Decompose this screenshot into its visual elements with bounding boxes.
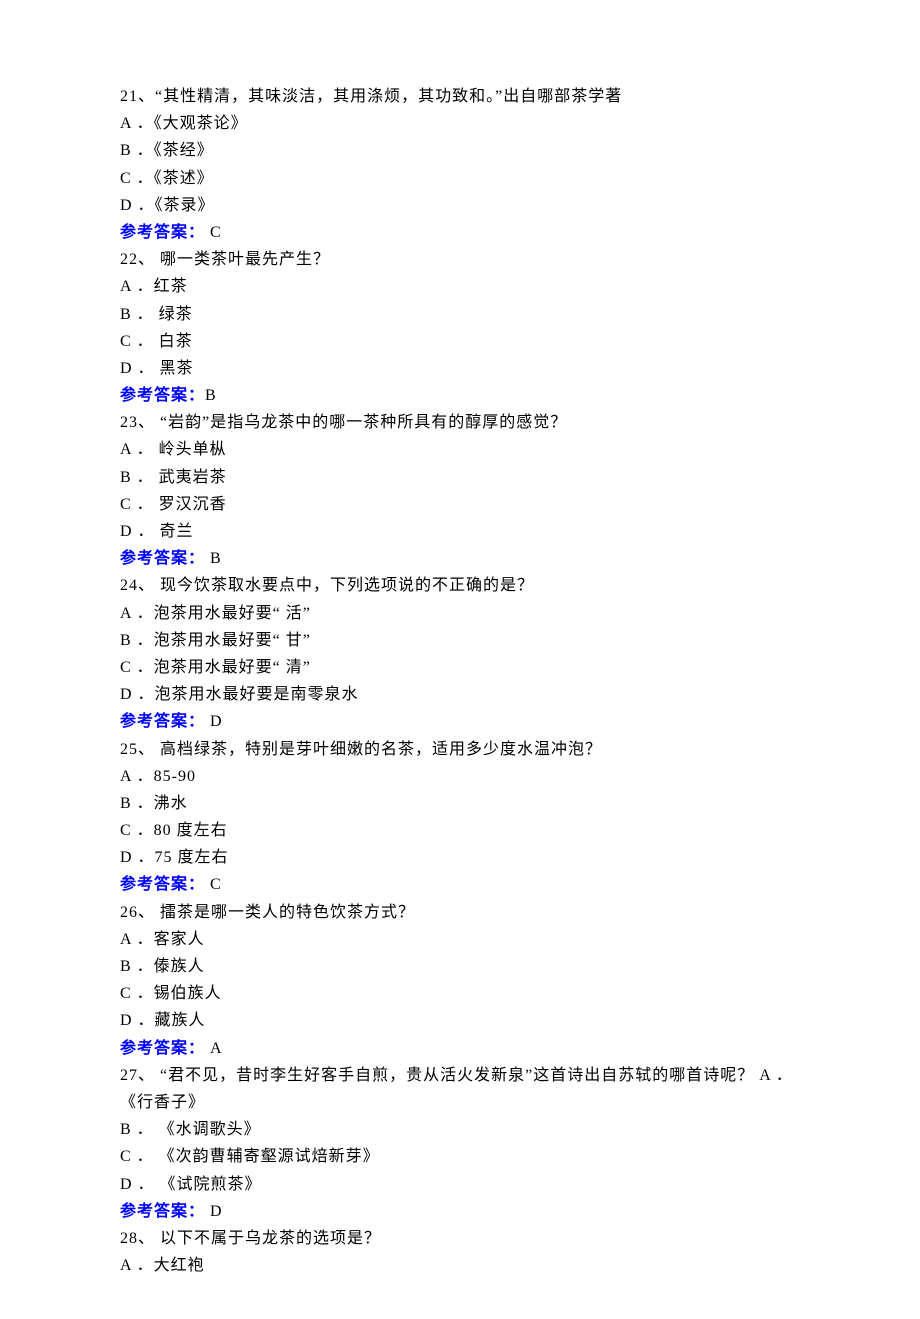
question-27: 27、 “君不见，昔时李生好客手自煎，贵从活火发新泉”这首诗出自苏轼的哪首诗呢？… (120, 1062, 800, 1089)
option: C ．80 度左右 (120, 817, 800, 844)
answer-line: 参考答案： C (120, 219, 800, 246)
question-23: 23、 “岩韵”是指乌龙茶中的哪一茶种所具有的醇厚的感觉？ (120, 409, 800, 436)
question-num: 26、 (120, 904, 155, 921)
option: A ．红茶 (120, 273, 800, 300)
answer-value: C (205, 876, 222, 893)
option: B ． 武夷岩茶 (120, 464, 800, 491)
answer-label: 参考答案： (120, 713, 205, 730)
question-24: 24、 现今饮茶取水要点中，下列选项说的不正确的是？ (120, 572, 800, 599)
answer-line: 参考答案： C (120, 871, 800, 898)
option: D ．75 度左右 (120, 844, 800, 871)
answer-value: B (205, 550, 222, 567)
option: 《行香子》 (120, 1089, 800, 1116)
question-num: 24、 (120, 577, 155, 594)
page-content: 21、“其性精清，其味淡洁，其用涤烦，其功致和。”出自哪部茶学著 A ．《大观茶… (0, 0, 920, 1319)
answer-label: 参考答案： (120, 1040, 205, 1057)
option: B ．傣族人 (120, 953, 800, 980)
option: B ．泡茶用水最好要“ 甘” (120, 627, 800, 654)
answer-label: 参考答案： (120, 876, 205, 893)
option: D ．《茶录》 (120, 192, 800, 219)
option: C ． 《次韵曹辅寄壑源试焙新芽》 (120, 1143, 800, 1170)
question-num: 25、 (120, 741, 155, 758)
answer-value: D (205, 1203, 223, 1220)
option: C ．《茶述》 (120, 165, 800, 192)
answer-value: B (205, 387, 217, 404)
option: A ．大红袍 (120, 1252, 800, 1279)
answer-line: 参考答案： A (120, 1035, 800, 1062)
question-26: 26、 擂茶是哪一类人的特色饮茶方式？ (120, 899, 800, 926)
option: B ．《茶经》 (120, 137, 800, 164)
option: B ． 《水调歌头》 (120, 1116, 800, 1143)
option: B ．沸水 (120, 790, 800, 817)
question-text-body: “君不见，昔时李生好客手自煎，贵从活火发新泉”这首诗出自苏轼的哪首诗呢？ A ． (155, 1067, 793, 1084)
option: C ．泡茶用水最好要“ 清” (120, 654, 800, 681)
question-28: 28、 以下不属于乌龙茶的选项是？ (120, 1225, 800, 1252)
option: A ．客家人 (120, 926, 800, 953)
answer-line: 参考答案： D (120, 1198, 800, 1225)
answer-label: 参考答案： (120, 550, 205, 567)
question-text-body: 以下不属于乌龙茶的选项是？ (155, 1230, 381, 1247)
option: A ．泡茶用水最好要“ 活” (120, 600, 800, 627)
question-25: 25、 高档绿茶，特别是芽叶细嫩的名茶，适用多少度水温冲泡？ (120, 736, 800, 763)
question-22: 22、 哪一类茶叶最先产生？ (120, 246, 800, 273)
question-num: 28、 (120, 1230, 155, 1247)
option: A ． 岭头单枞 (120, 436, 800, 463)
question-num: 22、 (120, 251, 155, 268)
option: D ． 《试院煎茶》 (120, 1171, 800, 1198)
option: A ．85-90 (120, 763, 800, 790)
question-text-body: 哪一类茶叶最先产生？ (155, 251, 330, 268)
question-text-body: “其性精清，其味淡洁，其用涤烦，其功致和。”出自哪部茶学著 (155, 88, 622, 105)
answer-line: 参考答案：B (120, 382, 800, 409)
option: D ． 黑茶 (120, 355, 800, 382)
answer-label: 参考答案： (120, 387, 205, 404)
option: C ．锡伯族人 (120, 980, 800, 1007)
question-text-body: 擂茶是哪一类人的特色饮茶方式？ (155, 904, 415, 921)
answer-label: 参考答案： (120, 224, 205, 241)
question-text-body: 现今饮茶取水要点中，下列选项说的不正确的是？ (155, 577, 534, 594)
option: A ．《大观茶论》 (120, 110, 800, 137)
option: C ． 罗汉沉香 (120, 491, 800, 518)
answer-label: 参考答案： (120, 1203, 205, 1220)
option: D ． 奇兰 (120, 518, 800, 545)
question-num: 23、 (120, 414, 155, 431)
question-text-body: 高档绿茶，特别是芽叶细嫩的名茶，适用多少度水温冲泡？ (155, 741, 602, 758)
question-num: 21、 (120, 88, 155, 105)
option: D ．藏族人 (120, 1007, 800, 1034)
answer-line: 参考答案： D (120, 708, 800, 735)
question-21: 21、“其性精清，其味淡洁，其用涤烦，其功致和。”出自哪部茶学著 (120, 83, 800, 110)
question-num: 27、 (120, 1067, 155, 1084)
answer-value: A (205, 1040, 223, 1057)
answer-value: D (205, 713, 223, 730)
option: B ． 绿茶 (120, 301, 800, 328)
option: C ． 白茶 (120, 328, 800, 355)
answer-value: C (205, 224, 222, 241)
question-text-body: “岩韵”是指乌龙茶中的哪一茶种所具有的醇厚的感觉？ (155, 414, 567, 431)
option: D ．泡茶用水最好要是南零泉水 (120, 681, 800, 708)
answer-line: 参考答案： B (120, 545, 800, 572)
